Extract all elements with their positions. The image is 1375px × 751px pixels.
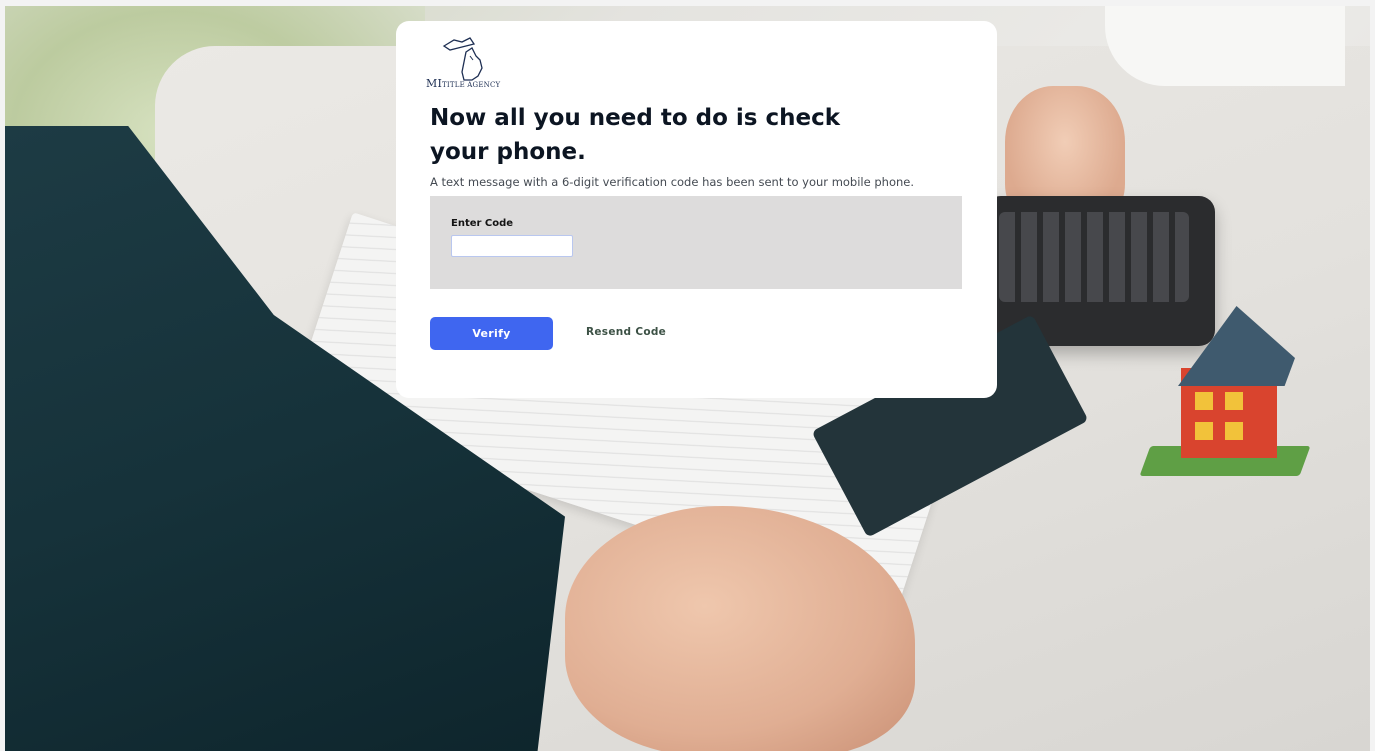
page-title: Now all you need to do is check your pho… [430,105,841,165]
verification-instructions: A text message with a 6-digit verificati… [430,175,914,189]
resend-code-link[interactable]: Resend Code [586,326,666,338]
brand-logo: MITITLE AGENCY [426,34,526,94]
logo-wordmark: MITITLE AGENCY [426,77,500,90]
calculator-keys [999,212,1189,302]
house-window [1195,422,1213,440]
code-entry-panel: Enter Code [430,196,962,289]
verify-button[interactable]: Verify [430,317,553,350]
logo-title-agency: TITLE AGENCY [442,81,501,89]
verification-card: MITITLE AGENCY Now all you need to do is… [396,21,997,398]
house-window [1225,422,1243,440]
verification-code-input[interactable] [451,235,573,257]
logo-mi: MI [426,77,443,90]
background-sleeve [1105,6,1345,86]
code-label: Enter Code [451,218,514,229]
house-window [1195,392,1213,410]
house-window [1225,392,1243,410]
house-model-image [1139,306,1311,476]
